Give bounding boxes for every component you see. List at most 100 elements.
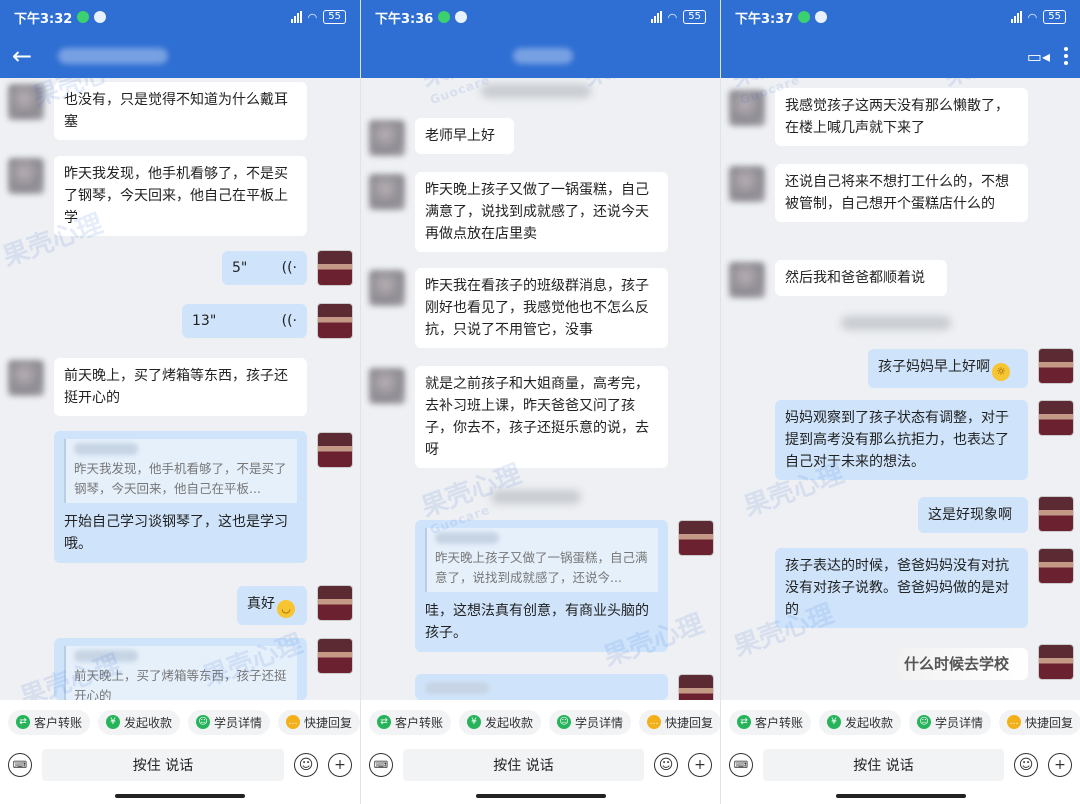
incoming-message[interactable]: 就是之前孩子和大姐商量，高考完，去补习班上课，昨天爸爸又问了孩子，你去不，孩子还…	[415, 366, 668, 468]
transfer-label: 客户转账	[34, 715, 83, 730]
quick-actions: ⇄ 客户转账 ¥ 发起收款 ☺ 学员详情 … 快捷回复	[721, 700, 1080, 744]
quick-reply-button[interactable]: … 快捷回复	[278, 709, 360, 735]
my-avatar[interactable]	[1038, 548, 1074, 584]
contact-avatar[interactable]	[729, 90, 765, 126]
wechat-notification-icon	[438, 11, 451, 23]
student-detail-button[interactable]: ☺ 学员详情	[188, 709, 271, 735]
incoming-message[interactable]: 还说自己将来不想打工什么的，不想被管制，自己想开个蛋糕店什么的	[775, 164, 1028, 222]
outgoing-message[interactable]: 妈妈观察到了孩子状态有调整，对于提到高考没有那么抗拒力，也表达了自己对于未来的想…	[775, 400, 1028, 480]
back-arrow-icon[interactable]: ←	[12, 42, 38, 70]
contact-avatar[interactable]	[369, 270, 405, 306]
more-options-icon[interactable]	[1064, 47, 1068, 65]
voice-wave-icon: ((·	[281, 313, 297, 329]
contact-avatar[interactable]	[8, 360, 44, 396]
voice-message[interactable]: 5" ((·	[222, 251, 307, 285]
emoji-icon[interactable]: ☺	[1014, 753, 1038, 777]
quick-reply-label: 快捷回复	[1025, 715, 1074, 730]
my-avatar[interactable]	[317, 585, 353, 621]
student-label: 学员详情	[214, 715, 263, 730]
chat-icon: …	[647, 715, 662, 729]
voice-message[interactable]: 13" ((·	[182, 304, 307, 338]
quoted-sender-blurred	[74, 443, 138, 455]
my-avatar[interactable]	[317, 638, 353, 674]
outgoing-message[interactable]: 孩子妈妈早上好啊 ☼	[868, 349, 1028, 388]
input-toolbar: ⇄ 客户转账 ¥ 发起收款 ☺ 学员详情 … 快捷回复 ⌨ 按住 说话 ☺ +	[361, 700, 720, 804]
status-bar: 下午3:37 ◠ 55	[721, 0, 1080, 34]
message-list[interactable]: 老师早上好 昨天晚上孩子又做了一锅蛋糕，自己满意了，说找到成就感了，还说今天再做…	[361, 78, 720, 710]
message-text: 孩子妈妈早上好啊	[878, 359, 990, 375]
my-avatar[interactable]	[317, 432, 353, 468]
outgoing-message[interactable]: 孩子表达的时候，爸爸妈妈没有对抗没有对孩子说教。爸爸妈妈做的是对的	[775, 548, 1028, 628]
my-avatar[interactable]	[317, 250, 353, 286]
battery-icon: 55	[683, 10, 706, 24]
transfer-button[interactable]: ⇄ 客户转账	[369, 709, 452, 735]
quoted-reply-message[interactable]: 前天晚上，买了烤箱等东西，孩子还挺开心的	[54, 638, 307, 700]
my-avatar[interactable]	[317, 303, 353, 339]
incoming-message[interactable]: 昨天晚上孩子又做了一锅蛋糕，自己满意了，说找到成就感了，还说今天再做点放在店里卖	[415, 172, 668, 252]
home-indicator	[835, 794, 966, 798]
quoted-text: 前天晚上，买了烤箱等东西，孩子还挺开心的	[64, 646, 297, 700]
incoming-message[interactable]: 昨天我在看孩子的班级群消息，孩子刚好也看见了，我感觉他也不怎么反抗，只说了不用管…	[415, 268, 668, 348]
contact-avatar[interactable]	[369, 368, 405, 404]
collect-payment-button[interactable]: ¥ 发起收款	[819, 709, 902, 735]
my-avatar[interactable]	[1038, 348, 1074, 384]
outgoing-message[interactable]: 真好 ◡	[237, 586, 307, 625]
incoming-message[interactable]: 我感觉孩子这两天没有那么懒散了，在楼上喊几声就下来了	[775, 88, 1028, 146]
plus-icon[interactable]: +	[1048, 753, 1072, 777]
quoted-reply-message[interactable]: 昨天晚上孩子又做了一锅蛋糕，自己满意了，说找到成就感了，还说今... 哇，这想法…	[415, 520, 668, 652]
emoji-icon[interactable]: ☺	[654, 753, 678, 777]
home-indicator	[115, 794, 245, 798]
contact-avatar[interactable]	[729, 262, 765, 298]
emoji-icon[interactable]: ☺	[294, 753, 318, 777]
collect-payment-button[interactable]: ¥ 发起收款	[98, 709, 181, 735]
contact-avatar[interactable]	[8, 158, 44, 194]
quoted-reply-message[interactable]	[415, 674, 668, 700]
contact-avatar[interactable]	[729, 166, 765, 202]
my-avatar[interactable]	[678, 520, 714, 556]
transfer-button[interactable]: ⇄ 客户转账	[8, 709, 91, 735]
chat-screen-1: 下午3:32 ◠ 55 ← 果壳心理 果壳心理 果壳心理Guocare 果壳心理…	[0, 0, 360, 804]
contact-avatar[interactable]	[369, 174, 405, 210]
smile-emoji-icon: ◡	[277, 600, 295, 618]
transfer-icon: ⇄	[377, 715, 391, 729]
incoming-message[interactable]: 前天晚上，买了烤箱等东西，孩子还挺开心的	[54, 358, 307, 416]
outgoing-message[interactable]: 这是好现象啊	[918, 497, 1028, 533]
collect-label: 发起收款	[124, 715, 173, 730]
timestamp-blurred	[491, 490, 581, 504]
collect-payment-button[interactable]: ¥ 发起收款	[459, 709, 542, 735]
quoted-reply-message[interactable]: 昨天我发现，他手机看够了，不是买了钢琴，今天回来，他自己在平板... 开始自己学…	[54, 431, 307, 563]
student-label: 学员详情	[935, 715, 984, 730]
incoming-message[interactable]: 也没有，只是觉得不知道为什么戴耳塞	[54, 82, 307, 140]
signal-icon	[1010, 11, 1022, 23]
my-avatar[interactable]	[1038, 400, 1074, 436]
transfer-button[interactable]: ⇄ 客户转账	[729, 709, 812, 735]
video-call-icon[interactable]: ▭◂	[1027, 47, 1050, 66]
quick-reply-button[interactable]: … 快捷回复	[999, 709, 1080, 735]
contact-avatar[interactable]	[369, 120, 405, 156]
plus-icon[interactable]: +	[688, 753, 712, 777]
quick-actions: ⇄ 客户转账 ¥ 发起收款 ☺ 学员详情 … 快捷回复	[361, 700, 720, 744]
contact-avatar[interactable]	[8, 84, 44, 120]
keyboard-icon[interactable]: ⌨	[8, 753, 32, 777]
incoming-message[interactable]: 然后我和爸爸都顺着说	[775, 260, 947, 296]
quick-reply-button[interactable]: … 快捷回复	[639, 709, 720, 735]
hold-to-talk-button[interactable]: 按住 说话	[42, 749, 284, 781]
plus-icon[interactable]: +	[328, 753, 352, 777]
message-list[interactable]: 也没有，只是觉得不知道为什么戴耳塞 昨天我发现，他手机看够了，不是买了钢琴，今天…	[0, 78, 360, 700]
quoted-text: 昨天晚上孩子又做了一锅蛋糕，自己满意了，说找到成就感了，还说今...	[425, 528, 658, 592]
image-message[interactable]: 什么时候去学校	[898, 648, 1028, 680]
hold-to-talk-button[interactable]: 按住 说话	[403, 749, 644, 781]
keyboard-icon[interactable]: ⌨	[369, 753, 393, 777]
my-avatar[interactable]	[1038, 644, 1074, 680]
battery-icon: 55	[1043, 10, 1066, 24]
incoming-message[interactable]: 昨天我发现，他手机看够了，不是买了钢琴，今天回来，他自己在平板上学	[54, 156, 307, 236]
hold-to-talk-button[interactable]: 按住 说话	[763, 749, 1004, 781]
incoming-message[interactable]: 老师早上好	[415, 118, 514, 154]
input-toolbar: ⇄ 客户转账 ¥ 发起收款 ☺ 学员详情 … 快捷回复 ⌨ 按住 说话 ☺ +	[0, 700, 360, 804]
app-notification-icon	[455, 11, 468, 23]
student-detail-button[interactable]: ☺ 学员详情	[549, 709, 632, 735]
message-list[interactable]: 我感觉孩子这两天没有那么懒散了，在楼上喊几声就下来了 还说自己将来不想打工什么的…	[721, 78, 1080, 700]
student-detail-button[interactable]: ☺ 学员详情	[909, 709, 992, 735]
keyboard-icon[interactable]: ⌨	[729, 753, 753, 777]
my-avatar[interactable]	[1038, 496, 1074, 532]
